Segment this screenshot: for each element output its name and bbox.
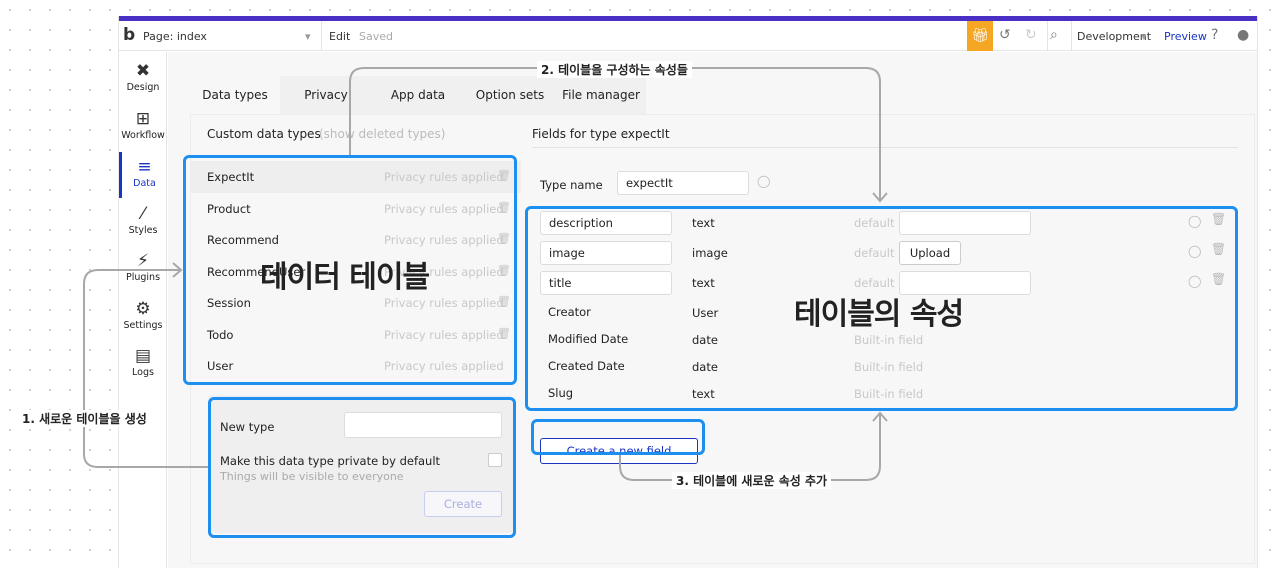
create-field-highlight-box [531,419,705,455]
new-type-highlight-box [208,397,516,538]
big-label-fields: 테이블의 속성 [794,297,964,332]
annotation-1: 1. 새로운 테이블을 생성 [18,410,151,427]
annotation-2: 2. 테이블을 구성하는 속성들 [537,61,692,78]
big-label-tables: 데이터 테이블 [260,260,430,295]
annotation-3: 3. 테이블에 새로운 속성 추가 [672,472,832,489]
